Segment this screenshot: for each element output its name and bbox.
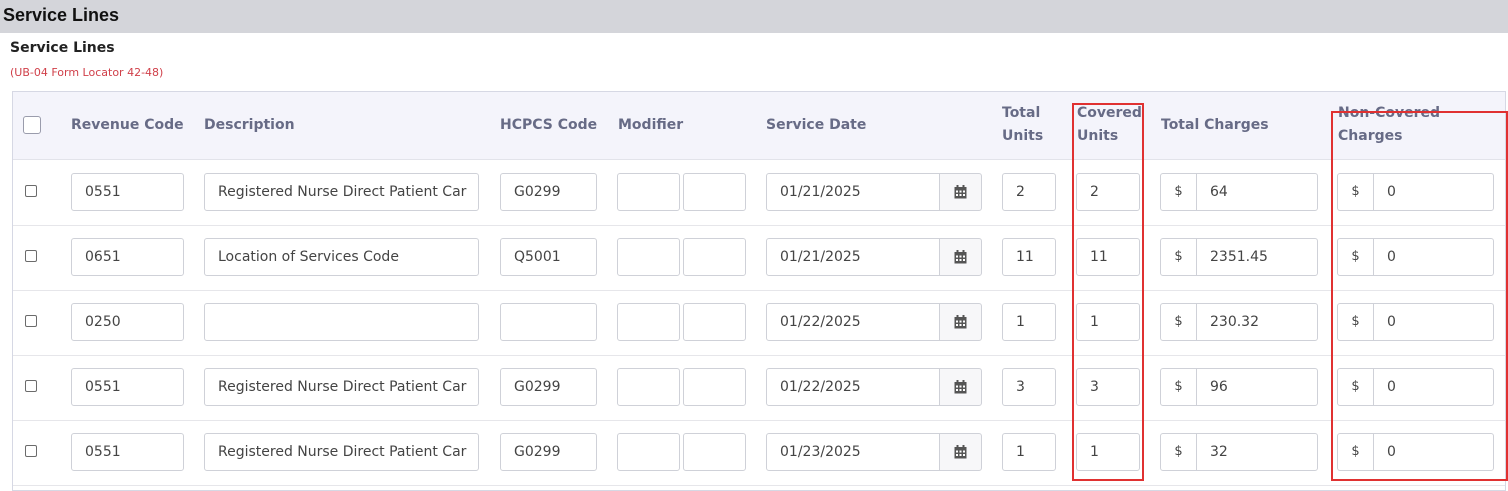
col-total-units-line2: Units [1002,128,1044,144]
total-charges-currency: $ [1160,303,1197,341]
total-charges-input[interactable]: 2351.45 [1196,238,1318,276]
calendar-button[interactable] [939,303,982,341]
col-total-charges: Total Charges [1161,117,1269,133]
description-input[interactable] [204,303,479,341]
row-checkbox[interactable] [25,250,37,262]
calendar-button[interactable] [939,238,982,276]
calendar-icon [954,185,967,199]
calendar-icon [954,250,967,264]
description-input[interactable]: Location of Services Code [204,238,479,276]
section-title: Service Lines [10,40,115,56]
hcpcs-code-input[interactable] [500,303,597,341]
table-row: 0551 Registered Nurse Direct Patient Car… [13,355,1505,421]
total-charges-input[interactable]: 64 [1196,173,1318,211]
calendar-icon [954,380,967,394]
hcpcs-code-input[interactable]: G0299 [500,173,597,211]
total-units-input[interactable]: 11 [1002,238,1056,276]
modifier-2-input[interactable] [683,303,746,341]
col-total-units: Total Units [1002,102,1043,148]
non-covered-charges-highlight [1331,111,1508,481]
col-modifier: Modifier [618,117,684,133]
table-row: 0250 01/22/2025 1 1 $ 230.32 $ 0 [13,290,1505,356]
service-lines-table: Revenue Code Description HCPCS Code Modi… [12,91,1506,491]
table-row: 0551 Registered Nurse Direct Patient Car… [13,160,1505,226]
calendar-button[interactable] [939,433,982,471]
revenue-code-input[interactable]: 0651 [71,238,184,276]
col-total-units-line1: Total [1002,105,1041,121]
description-input[interactable]: Registered Nurse Direct Patient Car [204,173,479,211]
revenue-code-input[interactable]: 0551 [71,173,184,211]
col-revenue-code: Revenue Code [71,117,184,133]
calendar-button[interactable] [939,173,982,211]
revenue-code-input[interactable]: 0551 [71,368,184,406]
total-charges-currency: $ [1160,368,1197,406]
service-date-input[interactable]: 01/22/2025 [766,303,940,341]
col-description: Description [204,117,295,133]
service-date-input[interactable]: 01/23/2025 [766,433,940,471]
hcpcs-code-input[interactable]: G0299 [500,433,597,471]
table-row: 0551 Registered Nurse Direct Patient Car… [13,420,1505,486]
modifier-1-input[interactable] [617,303,680,341]
select-all-checkbox[interactable] [23,116,41,134]
total-units-input[interactable]: 3 [1002,368,1056,406]
revenue-code-input[interactable]: 0250 [71,303,184,341]
hcpcs-code-input[interactable]: Q5001 [500,238,597,276]
section-subtitle: (UB-04 Form Locator 42-48) [10,66,164,79]
service-date-input[interactable]: 01/21/2025 [766,173,940,211]
modifier-2-input[interactable] [683,238,746,276]
total-units-input[interactable]: 2 [1002,173,1056,211]
row-checkbox[interactable] [25,185,37,197]
row-checkbox[interactable] [25,445,37,457]
total-charges-currency: $ [1160,238,1197,276]
total-charges-currency: $ [1160,173,1197,211]
modifier-1-input[interactable] [617,368,680,406]
table-row: 0651 Location of Services Code Q5001 01/… [13,225,1505,291]
modifier-1-input[interactable] [617,433,680,471]
panel-title: Service Lines [3,5,120,25]
total-charges-input[interactable]: 32 [1196,433,1318,471]
hcpcs-code-input[interactable]: G0299 [500,368,597,406]
description-input[interactable]: Registered Nurse Direct Patient Car [204,433,479,471]
modifier-2-input[interactable] [683,173,746,211]
total-charges-input[interactable]: 96 [1196,368,1318,406]
col-hcpcs-code: HCPCS Code [500,117,598,133]
service-date-input[interactable]: 01/21/2025 [766,238,940,276]
col-service-date: Service Date [766,117,867,133]
calendar-icon [954,315,967,329]
modifier-2-input[interactable] [683,368,746,406]
total-charges-currency: $ [1160,433,1197,471]
calendar-button[interactable] [939,368,982,406]
covered-units-highlight [1072,103,1144,481]
service-date-input[interactable]: 01/22/2025 [766,368,940,406]
total-units-input[interactable]: 1 [1002,433,1056,471]
modifier-1-input[interactable] [617,173,680,211]
calendar-icon [954,445,967,459]
modifier-1-input[interactable] [617,238,680,276]
total-units-input[interactable]: 1 [1002,303,1056,341]
revenue-code-input[interactable]: 0551 [71,433,184,471]
modifier-2-input[interactable] [683,433,746,471]
panel-title-bar: Service Lines [0,0,1508,33]
description-input[interactable]: Registered Nurse Direct Patient Car [204,368,479,406]
table-header: Revenue Code Description HCPCS Code Modi… [13,92,1505,160]
total-charges-input[interactable]: 230.32 [1196,303,1318,341]
row-checkbox[interactable] [25,380,37,392]
row-checkbox[interactable] [25,315,37,327]
